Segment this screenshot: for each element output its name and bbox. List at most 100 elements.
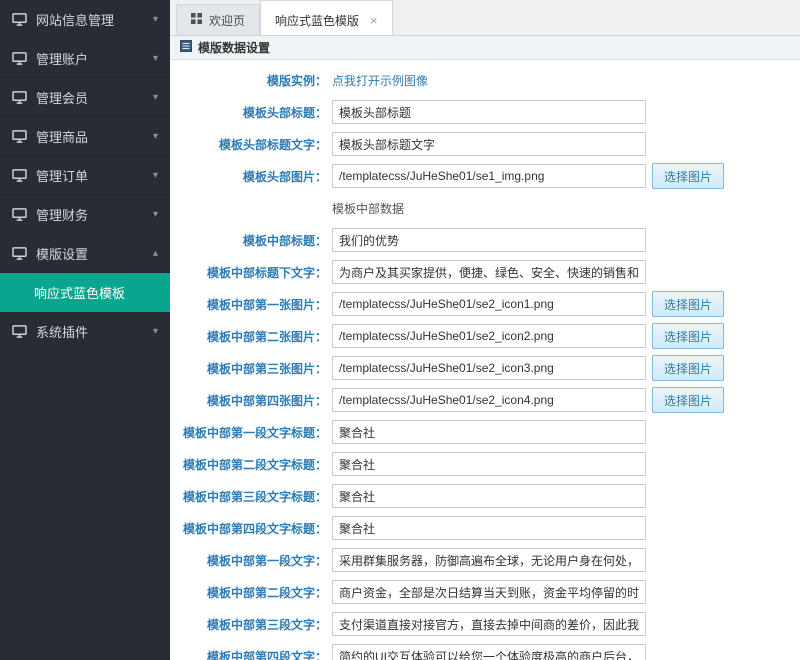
sidebar-item-label: 模版设置 — [36, 244, 88, 263]
sidebar-item-accounts[interactable]: 管理账户 ▾ — [0, 39, 170, 78]
chevron-down-icon: ▾ — [153, 14, 158, 25]
chevron-up-icon: ▴ — [153, 248, 158, 259]
field-input[interactable] — [332, 612, 646, 636]
monitor-icon — [12, 325, 27, 338]
monitor-icon — [12, 169, 27, 182]
choose-image-button[interactable]: 选择图片 — [652, 355, 724, 381]
tab-bar: 欢迎页 响应式蓝色模版 × — [170, 0, 800, 36]
field-label: 模板头部标题文字： — [170, 136, 332, 153]
chevron-down-icon: ▾ — [153, 131, 158, 142]
sidebar: 网站信息管理 ▾ 管理账户 ▾ 管理会员 ▾ 管理商品 ▾ 管理订单 ▾ 管理财… — [0, 0, 170, 660]
field-label: 模板头部图片： — [170, 168, 332, 185]
image-path-input[interactable] — [332, 164, 646, 188]
form-row: 模板中部第三段文字： — [170, 608, 800, 640]
chevron-down-icon: ▾ — [153, 209, 158, 220]
form-icon — [180, 40, 192, 55]
sidebar-subitem-responsive-blue-template[interactable]: 响应式蓝色模板 — [0, 273, 170, 312]
form-row: 模板中部第三段文字标题： — [170, 480, 800, 512]
tab-welcome[interactable]: 欢迎页 — [176, 4, 260, 35]
field-label: 模板中部第四张图片： — [170, 392, 332, 409]
grid-icon — [191, 13, 202, 27]
monitor-icon — [12, 52, 27, 65]
monitor-icon — [12, 13, 27, 26]
monitor-icon — [12, 91, 27, 104]
field-input[interactable] — [332, 452, 646, 476]
field-input[interactable] — [332, 484, 646, 508]
image-path-input[interactable] — [332, 356, 646, 380]
field-input[interactable] — [332, 548, 646, 572]
form-row: 模板头部标题文字： — [170, 128, 800, 160]
field-label: 模版实例： — [170, 72, 332, 89]
field-input[interactable] — [332, 420, 646, 444]
choose-image-button[interactable]: 选择图片 — [652, 163, 724, 189]
main-content: 欢迎页 响应式蓝色模版 × 模版数据设置 模版实例： 点我打开示例图像 模板头部… — [170, 0, 800, 660]
sidebar-item-orders[interactable]: 管理订单 ▾ — [0, 156, 170, 195]
field-input[interactable] — [332, 644, 646, 660]
field-label: 模板中部第四段文字： — [170, 648, 332, 660]
template-form: 模版实例： 点我打开示例图像 模板头部标题： 模板头部标题文字： 模板头部图片：… — [170, 60, 800, 660]
sidebar-item-plugins[interactable]: 系统插件 ▾ — [0, 312, 170, 351]
field-input[interactable] — [332, 580, 646, 604]
field-label: 模板中部第一段文字标题： — [170, 424, 332, 441]
sidebar-item-products[interactable]: 管理商品 ▾ — [0, 117, 170, 156]
sidebar-item-site-info[interactable]: 网站信息管理 ▾ — [0, 0, 170, 39]
field-input[interactable] — [332, 228, 646, 252]
monitor-icon — [12, 247, 27, 260]
app-window: 网站信息管理 ▾ 管理账户 ▾ 管理会员 ▾ 管理商品 ▾ 管理订单 ▾ 管理财… — [0, 0, 800, 660]
field-label: 模板中部第三段文字： — [170, 616, 332, 633]
form-row: 模板中部第二段文字： — [170, 576, 800, 608]
choose-image-button[interactable]: 选择图片 — [652, 323, 724, 349]
form-row: 模板中部第二段文字标题： — [170, 448, 800, 480]
form-row: 模板中部第四张图片： 选择图片 — [170, 384, 800, 416]
field-input[interactable] — [332, 100, 646, 124]
panel-title: 模版数据设置 — [198, 39, 270, 56]
sidebar-subitem-label: 响应式蓝色模板 — [34, 283, 125, 302]
chevron-down-icon: ▾ — [153, 92, 158, 103]
form-row: 模版实例： 点我打开示例图像 — [170, 64, 800, 96]
choose-image-button[interactable]: 选择图片 — [652, 387, 724, 413]
sidebar-item-label: 网站信息管理 — [36, 10, 114, 29]
tab-label: 响应式蓝色模版 — [275, 12, 359, 29]
form-row: 模板中部标题： — [170, 224, 800, 256]
tab-label: 欢迎页 — [209, 12, 245, 29]
field-label: 模板中部标题下文字： — [170, 264, 332, 281]
field-label: 模板中部标题： — [170, 232, 332, 249]
image-path-input[interactable] — [332, 324, 646, 348]
sidebar-item-finance[interactable]: 管理财务 ▾ — [0, 195, 170, 234]
monitor-icon — [12, 130, 27, 143]
field-label: 模板中部第三段文字标题： — [170, 488, 332, 505]
sidebar-item-members[interactable]: 管理会员 ▾ — [0, 78, 170, 117]
sidebar-item-label: 系统插件 — [36, 322, 88, 341]
form-row: 模板头部图片： 选择图片 — [170, 160, 800, 192]
field-label: 模板头部标题： — [170, 104, 332, 121]
chevron-down-icon: ▾ — [153, 170, 158, 181]
choose-image-button[interactable]: 选择图片 — [652, 291, 724, 317]
form-row: 模板中部第一段文字标题： — [170, 416, 800, 448]
close-icon[interactable]: × — [370, 13, 378, 28]
chevron-down-icon: ▾ — [153, 326, 158, 337]
section-title: 模板中部数据 — [332, 200, 404, 217]
form-row: 模板中部第四段文字标题： — [170, 512, 800, 544]
field-input[interactable] — [332, 132, 646, 156]
field-label: 模板中部第一张图片： — [170, 296, 332, 313]
sidebar-item-label: 管理财务 — [36, 205, 88, 224]
sidebar-item-label: 管理会员 — [36, 88, 88, 107]
form-row: 模板中部第二张图片： 选择图片 — [170, 320, 800, 352]
field-input[interactable] — [332, 260, 646, 284]
form-row: 模板中部第一段文字： — [170, 544, 800, 576]
sidebar-item-templates[interactable]: 模版设置 ▴ — [0, 234, 170, 273]
image-path-input[interactable] — [332, 388, 646, 412]
chevron-down-icon: ▾ — [153, 53, 158, 64]
sidebar-item-label: 管理账户 — [36, 49, 88, 68]
field-input[interactable] — [332, 516, 646, 540]
field-label: 模板中部第二段文字标题： — [170, 456, 332, 473]
sidebar-item-label: 管理订单 — [36, 166, 88, 185]
open-example-image-link[interactable]: 点我打开示例图像 — [332, 72, 428, 89]
field-label: 模板中部第一段文字： — [170, 552, 332, 569]
tab-responsive-blue-template[interactable]: 响应式蓝色模版 × — [260, 0, 393, 35]
image-path-input[interactable] — [332, 292, 646, 316]
field-label: 模板中部第二张图片： — [170, 328, 332, 345]
monitor-icon — [12, 208, 27, 221]
form-row: 模板中部第三张图片： 选择图片 — [170, 352, 800, 384]
form-row: 模板中部标题下文字： — [170, 256, 800, 288]
